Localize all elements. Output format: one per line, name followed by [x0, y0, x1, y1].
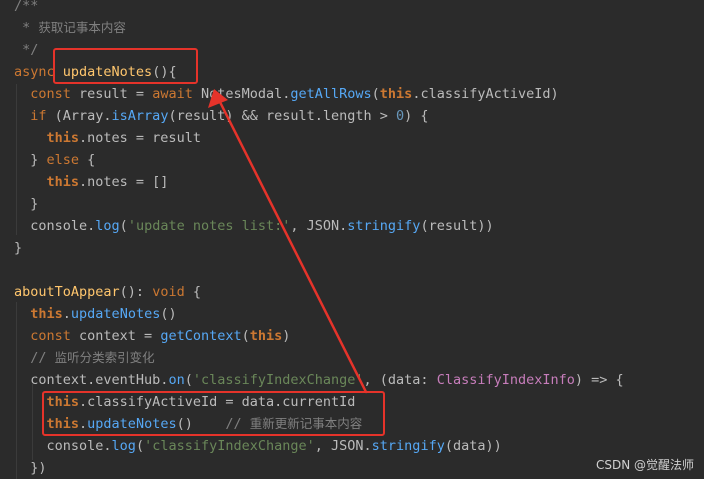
annotation-arrow — [208, 89, 368, 394]
watermark: CSDN @觉醒法师 — [595, 458, 694, 472]
